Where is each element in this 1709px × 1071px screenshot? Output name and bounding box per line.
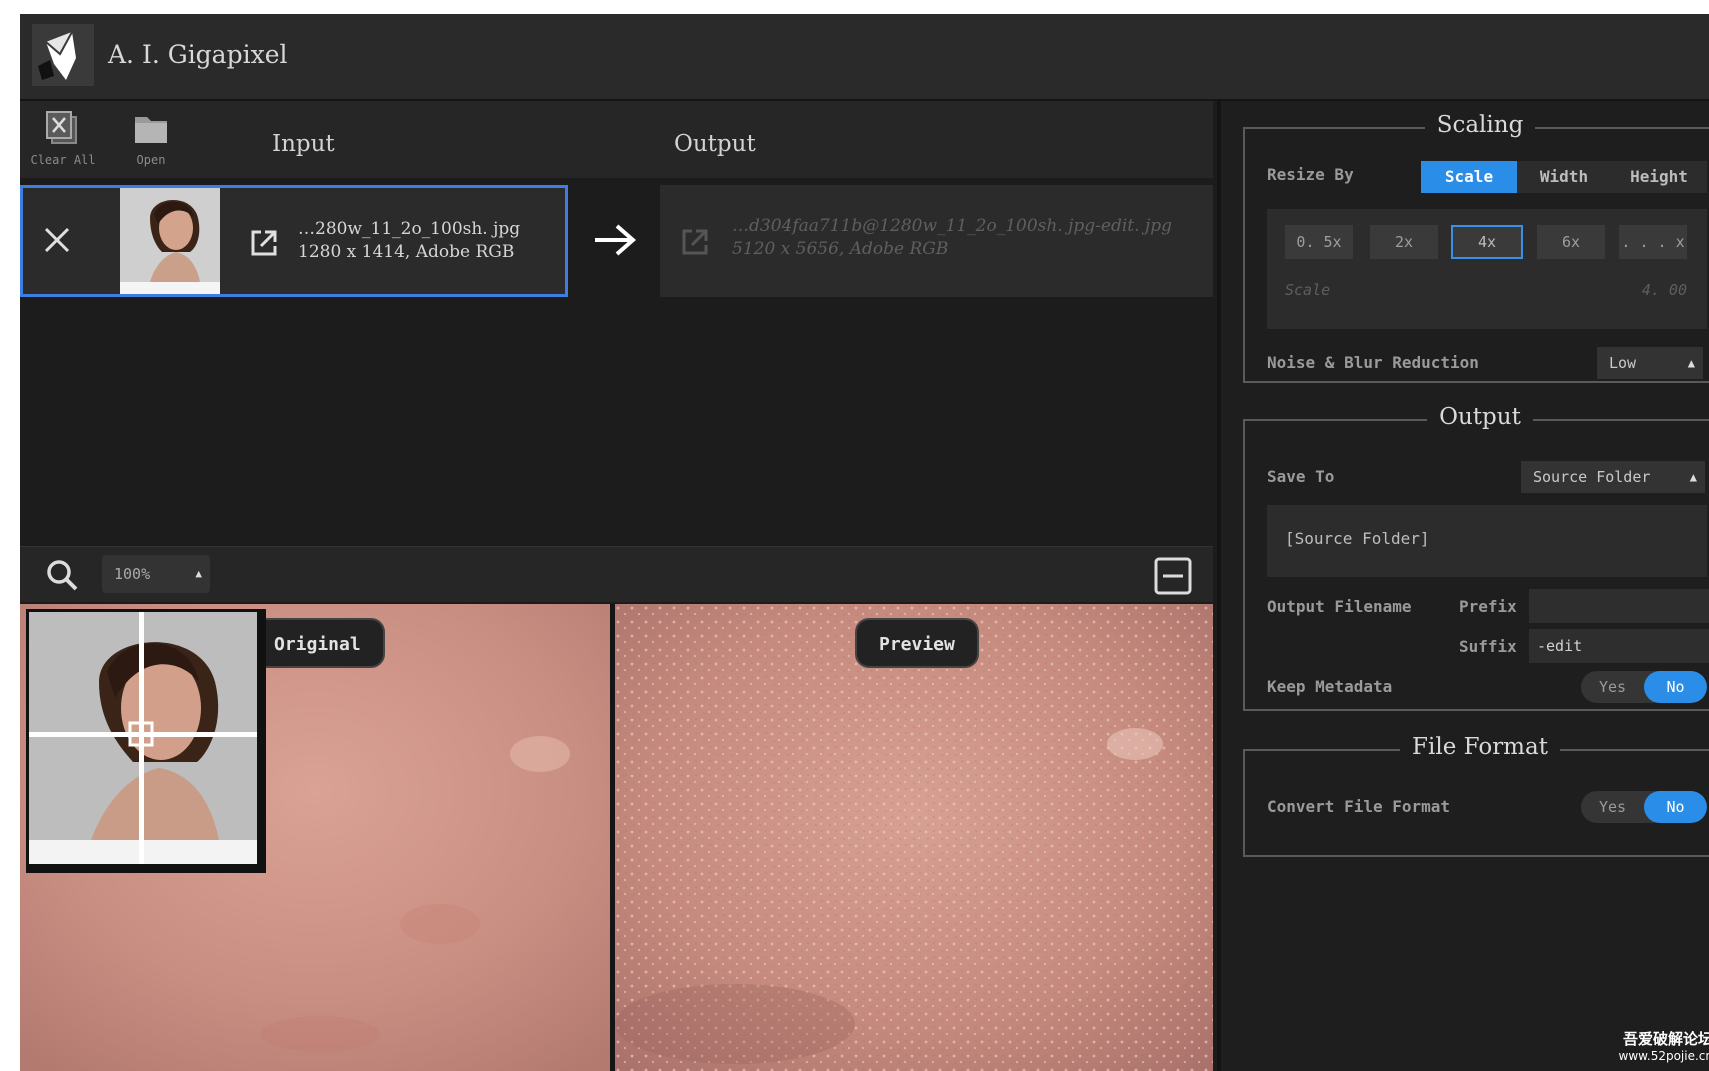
remove-file-icon[interactable] (41, 224, 73, 256)
clear-all-label: Clear All (30, 153, 96, 167)
output-column-header: Output (674, 131, 756, 157)
output-group: Output Save To Source Folder ▲ [Source F… (1243, 404, 1709, 711)
scale-options-box: 0. 5x 2x 4x 6x . . . x Scale 4. 00 (1267, 209, 1707, 329)
scale-custom-button[interactable]: . . . x (1619, 225, 1687, 259)
navigator-thumbnail[interactable] (26, 609, 266, 873)
prefix-input[interactable] (1529, 589, 1709, 623)
file-format-group: File Format Convert File Format Yes No (1243, 734, 1709, 857)
watermark-line-2: www.52pojie.cn (1618, 1049, 1709, 1063)
resize-by-scale-button[interactable]: Scale (1421, 161, 1517, 193)
open-output-icon[interactable] (678, 225, 712, 259)
zoom-value: 100% (114, 565, 151, 583)
scale-0-5x-button[interactable]: 0. 5x (1285, 225, 1353, 259)
arrow-right-icon (595, 224, 637, 256)
preview-label: Preview (855, 618, 979, 668)
navigator-portrait-image (29, 612, 257, 864)
settings-panel: Scaling Resize By Scale Width Height 0. … (1217, 101, 1709, 1071)
app-window: A. I. Gigapixel Clear All Open Input Out… (20, 14, 1709, 1071)
input-file-row[interactable]: …280w_11_2o_100sh. jpg 1280 x 1414, Adob… (20, 185, 568, 297)
scale-field-value[interactable]: 4. 00 (1642, 281, 1687, 299)
preview-skin-image (615, 604, 1213, 1071)
output-file-info: …d304faa711b@1280w_11_2o_100sh. jpg-edit… (732, 215, 1202, 261)
zoom-select[interactable]: 100% ▲ (102, 555, 210, 593)
convert-format-label: Convert File Format (1267, 797, 1451, 816)
save-to-spinner-icon: ▲ (1689, 470, 1697, 484)
output-file-name: …d304faa711b@1280w_11_2o_100sh. jpg-edit… (732, 216, 1172, 236)
convert-format-yes[interactable]: Yes (1581, 791, 1644, 823)
clear-all-icon (46, 111, 77, 144)
open-external-icon[interactable] (247, 226, 281, 260)
prefix-label: Prefix (1459, 597, 1517, 616)
keep-metadata-yes[interactable]: Yes (1581, 671, 1644, 703)
scaling-title: Scaling (1424, 112, 1536, 138)
search-icon[interactable] (44, 557, 80, 593)
save-to-label: Save To (1267, 467, 1335, 486)
save-to-value: Source Folder (1533, 468, 1651, 486)
folder-icon (135, 117, 167, 143)
input-thumbnail (120, 188, 220, 294)
noise-blur-value: Low (1609, 354, 1637, 372)
keep-metadata-no[interactable]: No (1644, 671, 1707, 703)
open-button[interactable]: Open (108, 109, 194, 167)
scale-2x-button[interactable]: 2x (1370, 225, 1438, 259)
scaling-group: Scaling Resize By Scale Width Height 0. … (1243, 112, 1709, 383)
suffix-input[interactable]: -edit (1529, 629, 1709, 663)
select-spinner-icon: ▲ (1687, 356, 1695, 370)
zoom-spinner-icon: ▲ (195, 567, 202, 580)
scale-6x-button[interactable]: 6x (1537, 225, 1605, 259)
output-folder-box[interactable]: [Source Folder] (1267, 505, 1707, 577)
gigapixel-logo-icon (32, 24, 94, 86)
output-file-dimensions: 5120 x 5656, Adobe RGB (732, 239, 949, 259)
file-format-title: File Format (1400, 734, 1560, 760)
output-title: Output (1427, 404, 1533, 430)
input-column-header: Input (272, 131, 335, 157)
preview-pane[interactable]: Preview (615, 604, 1213, 1071)
output-filename-label: Output Filename (1267, 597, 1412, 616)
split-view-toggle-icon[interactable] (1153, 556, 1193, 596)
noise-blur-select[interactable]: Low ▲ (1597, 347, 1703, 379)
noise-blur-label: Noise & Blur Reduction (1267, 353, 1479, 372)
keep-metadata-label: Keep Metadata (1267, 677, 1393, 696)
resize-by-height-button[interactable]: Height (1611, 161, 1707, 193)
suffix-label: Suffix (1459, 637, 1517, 656)
open-label: Open (136, 153, 166, 167)
resize-by-width-button[interactable]: Width (1517, 161, 1611, 193)
original-label: Original (250, 618, 385, 668)
output-file-row: …d304faa711b@1280w_11_2o_100sh. jpg-edit… (660, 185, 1213, 297)
site-watermark: 吾爱破解论坛 www.52pojie.cn (1619, 1028, 1709, 1063)
viewer-toolbar: 100% ▲ (20, 546, 1213, 602)
scale-field-label: Scale (1285, 281, 1331, 299)
scale-4x-button[interactable]: 4x (1451, 225, 1523, 259)
input-file-dimensions: 1280 x 1414, Adobe RGB (298, 242, 515, 262)
input-file-info: …280w_11_2o_100sh. jpg 1280 x 1414, Adob… (298, 218, 558, 264)
convert-format-toggle[interactable]: Yes No (1581, 791, 1707, 823)
toolbar: Clear All Open Input Output (20, 101, 1213, 178)
convert-format-no[interactable]: No (1644, 791, 1707, 823)
keep-metadata-toggle[interactable]: Yes No (1581, 671, 1707, 703)
app-title: A. I. Gigapixel (108, 40, 288, 69)
input-file-name: …280w_11_2o_100sh. jpg (298, 219, 521, 239)
output-folder-path: [Source Folder] (1285, 529, 1430, 548)
clear-all-button[interactable]: Clear All (20, 109, 106, 167)
watermark-line-1: 吾爱破解论坛 (1622, 1030, 1709, 1048)
resize-by-label: Resize By (1267, 165, 1354, 184)
save-to-select[interactable]: Source Folder ▲ (1521, 461, 1705, 493)
title-bar: A. I. Gigapixel (20, 14, 1709, 101)
